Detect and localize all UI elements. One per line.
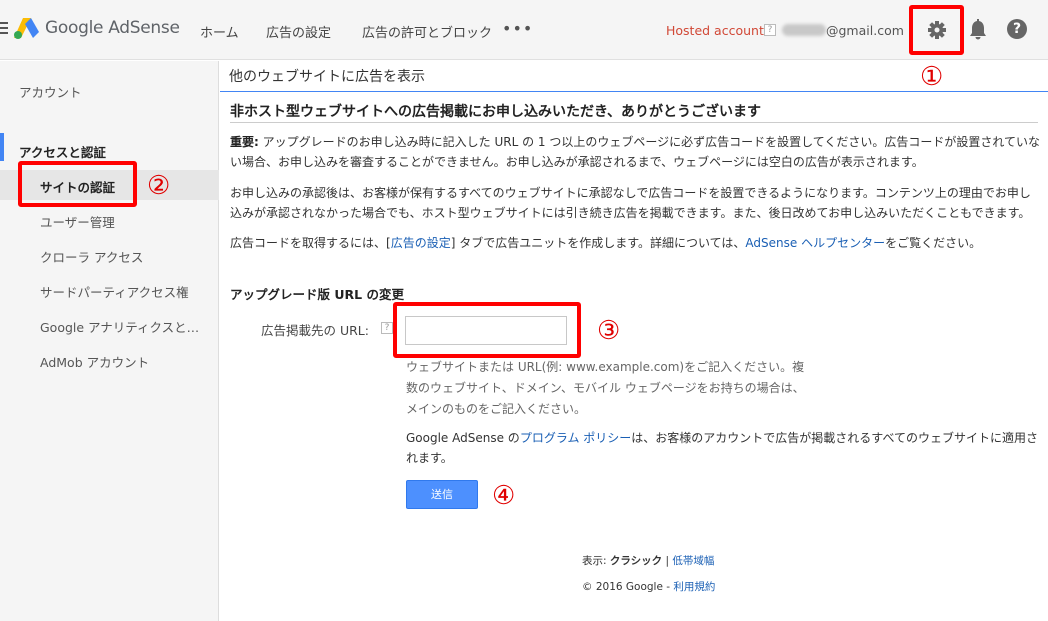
nav-allow-block[interactable]: 広告の許可とブロック (362, 22, 492, 41)
section-indicator (0, 133, 4, 161)
ad-settings-link[interactable]: 広告の設定 (391, 236, 451, 250)
nav-ad-settings[interactable]: 広告の設定 (266, 22, 331, 41)
url-help-icon[interactable]: ? (381, 322, 393, 334)
section-heading: 非ホスト型ウェブサイトへの広告掲載にお申し込みいただき、ありがとうございます (230, 104, 762, 120)
annotation-number-1: ① (920, 62, 944, 92)
adsense-logo-icon (14, 18, 39, 39)
important-notice: 重要: アップグレードのお申し込み時に記入した URL の 1 つ以上のウェブペ… (230, 132, 1040, 172)
approval-notice: お申し込みの承認後は、お客様が保有するすべてのウェブサイトに承認なしで広告コード… (230, 186, 1031, 220)
terms-link[interactable]: 利用規約 (673, 581, 715, 593)
sidebar-section-label: アクセスと認証 (19, 145, 106, 160)
sidebar-item-account[interactable]: アカウント (19, 82, 82, 101)
nav-home[interactable]: ホーム (200, 22, 239, 41)
annotation-number-3: ③ (597, 316, 621, 346)
annotation-box-1 (909, 5, 964, 55)
copyright: © 2016 Google - 利用規約 (582, 579, 715, 594)
annotation-box-3 (393, 302, 581, 358)
help-icon[interactable]: ? (1007, 19, 1027, 39)
important-label: 重要: (230, 135, 259, 149)
url-field-label: 広告掲載先の URL: (261, 323, 369, 338)
hamburger-menu-icon[interactable] (0, 22, 8, 36)
policy-text-a: Google AdSense の (406, 431, 520, 445)
footer-separator: | (662, 555, 673, 567)
account-help-icon[interactable]: ? (764, 24, 776, 36)
more-icon[interactable]: ••• (502, 21, 533, 37)
sidebar-item-google-analytics[interactable]: Google アナリティクスとの... (40, 317, 200, 336)
sidebar-section-access[interactable]: アクセスと認証 (0, 133, 219, 161)
annotation-box-2 (18, 161, 137, 207)
display-mode: 表示: クラシック | 低帯域幅 (582, 553, 714, 568)
help-center-link[interactable]: AdSense ヘルプセンター (745, 236, 885, 250)
copyright-text: © 2016 Google - (582, 581, 674, 593)
instr-text-c: をご覧ください。 (885, 236, 982, 250)
ad-code-instructions: 広告コードを取得するには、[広告の設定] タブで広告ユニットを作成します。詳細に… (230, 233, 1040, 253)
account-email[interactable]: @gmail.com (826, 23, 904, 38)
sidebar-item-admob[interactable]: AdMob アカウント (40, 352, 200, 371)
heading-divider (230, 122, 1038, 123)
submit-button[interactable]: 送信 (406, 480, 478, 509)
upgrade-url-title: アップグレード版 URL の変更 (230, 287, 404, 302)
main-content: 他のウェブサイトに広告を表示 非ホスト型ウェブサイトへの広告掲載にお申し込みいた… (220, 61, 1048, 621)
sidebar-item-user-management[interactable]: ユーザー管理 (40, 212, 200, 231)
page-title: 他のウェブサイトに広告を表示 (229, 69, 425, 85)
top-bar: Google AdSense ホーム 広告の設定 広告の許可とブロック ••• … (0, 0, 1048, 60)
bell-icon[interactable] (967, 18, 989, 42)
low-bandwidth-link[interactable]: 低帯域幅 (672, 555, 714, 567)
important-text: アップグレードのお申し込み時に記入した URL の 1 つ以上のウェブページに必… (230, 135, 1041, 169)
display-label: 表示: (582, 555, 610, 567)
annotation-number-4: ④ (492, 481, 516, 511)
sidebar-item-crawler-access[interactable]: クローラ アクセス (40, 247, 200, 266)
sidebar: アカウント アクセスと認証 サイトの認証 ユーザー管理 クローラ アクセス サー… (0, 61, 219, 621)
program-policy-link[interactable]: プログラム ポリシー (520, 431, 631, 445)
display-classic: クラシック (609, 555, 663, 567)
sidebar-item-third-party-access[interactable]: サードパーティアクセス権 (40, 282, 200, 301)
account-type-label: Hosted account (666, 23, 764, 38)
policy-notice: Google AdSense のプログラム ポリシーは、お客様のアカウントで広告… (406, 428, 1046, 468)
email-redacted (782, 24, 826, 36)
brand-name[interactable]: Google AdSense (45, 18, 180, 38)
instr-text-a: 広告コードを取得するには、[ (230, 236, 391, 250)
instr-text-b: ] タブで広告ユニットを作成します。詳細については、 (450, 236, 746, 250)
annotation-number-2: ② (147, 171, 171, 201)
url-hint: ウェブサイトまたは URL(例: www.example.com)をご記入くださ… (406, 360, 805, 416)
